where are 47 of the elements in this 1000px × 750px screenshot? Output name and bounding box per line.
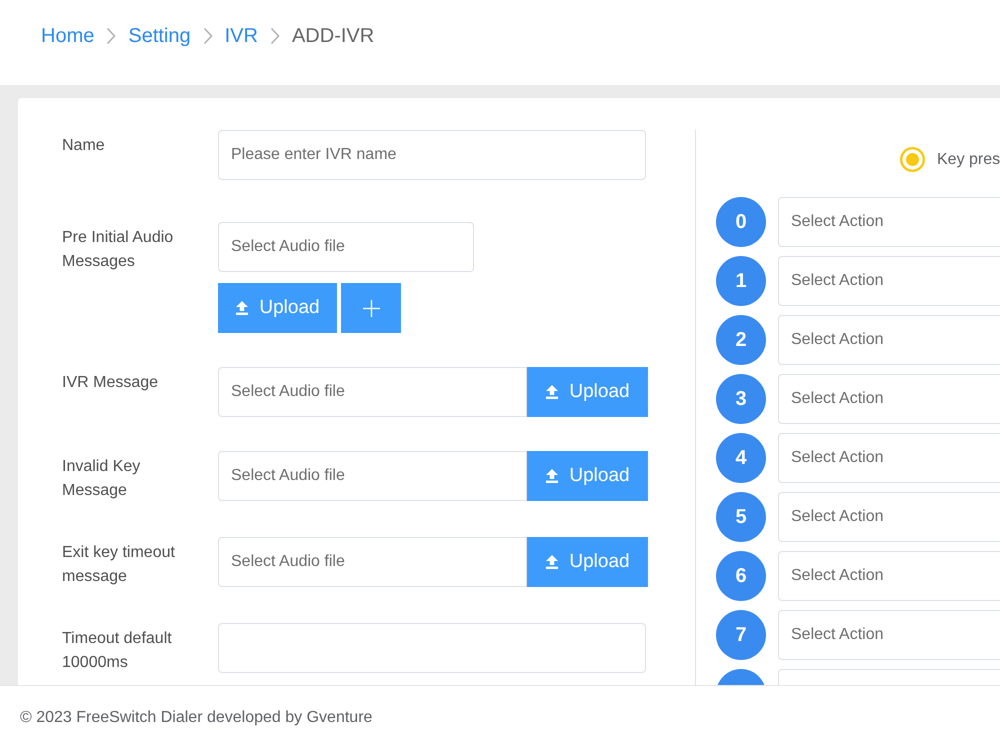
- upload-icon: [235, 301, 250, 315]
- chevron-right-icon: [270, 27, 280, 45]
- field-label: Invalid Key Message: [62, 457, 142, 501]
- action-select[interactable]: Select Action: [778, 256, 1000, 306]
- breadcrumb-link[interactable]: Home: [41, 24, 94, 48]
- action-select[interactable]: Select Action: [778, 374, 1000, 424]
- field-label: Timeout default 10000ms: [62, 629, 173, 673]
- breadcrumb-link[interactable]: Setting: [128, 24, 191, 48]
- breadcrumb-link[interactable]: IVR: [224, 24, 258, 48]
- audio-file-field[interactable]: Select Audio file: [218, 451, 527, 501]
- action-select[interactable]: Select Action: [778, 315, 1000, 365]
- upload-button[interactable]: Upload: [527, 451, 648, 501]
- copyright-text: © 2023 FreeSwitch Dialer developed by Gventure: [20, 709, 372, 727]
- field-label: Exit key timeout message: [62, 543, 176, 587]
- key-number: 0: [716, 197, 766, 247]
- upload-button[interactable]: Upload: [527, 537, 648, 587]
- breadcrumb-current: ADD-IVR: [292, 24, 374, 48]
- key-number: 4: [716, 433, 766, 483]
- upload-icon: [545, 469, 560, 483]
- audio-file-field[interactable]: Select Audio file: [218, 222, 474, 272]
- key-number: 7: [716, 610, 766, 660]
- key-number: 1: [716, 256, 766, 306]
- action-select[interactable]: Select Action: [778, 197, 1000, 247]
- chevron-right-icon: [106, 27, 116, 45]
- audio-file-field[interactable]: Select Audio file: [218, 537, 527, 587]
- upload-button[interactable]: Upload: [527, 367, 648, 417]
- key-number: 6: [716, 551, 766, 601]
- action-select[interactable]: Select Action: [778, 551, 1000, 601]
- field-label: Pre Initial Audio Messages: [62, 228, 174, 272]
- upload-button[interactable]: Upload: [218, 283, 337, 333]
- field-label: Name: [62, 136, 106, 156]
- key-number: 5: [716, 492, 766, 542]
- text-field[interactable]: Please enter IVR name: [218, 130, 646, 180]
- action-select[interactable]: Select Action: [778, 492, 1000, 542]
- upload-icon: [545, 555, 560, 569]
- action-select[interactable]: Select Action: [778, 433, 1000, 483]
- action-select[interactable]: Select Action: [778, 610, 1000, 660]
- text-field[interactable]: [218, 623, 646, 673]
- plus-icon: [362, 300, 380, 316]
- audio-file-field[interactable]: Select Audio file: [218, 367, 527, 417]
- chevron-right-icon: [202, 27, 213, 45]
- key-number: 2: [716, 315, 766, 365]
- key-number: 3: [716, 374, 766, 424]
- field-label: IVR Message: [62, 373, 160, 393]
- upload-icon: [545, 385, 560, 399]
- add-button[interactable]: [341, 283, 401, 333]
- radio-option[interactable]: Key pres: [900, 147, 1000, 172]
